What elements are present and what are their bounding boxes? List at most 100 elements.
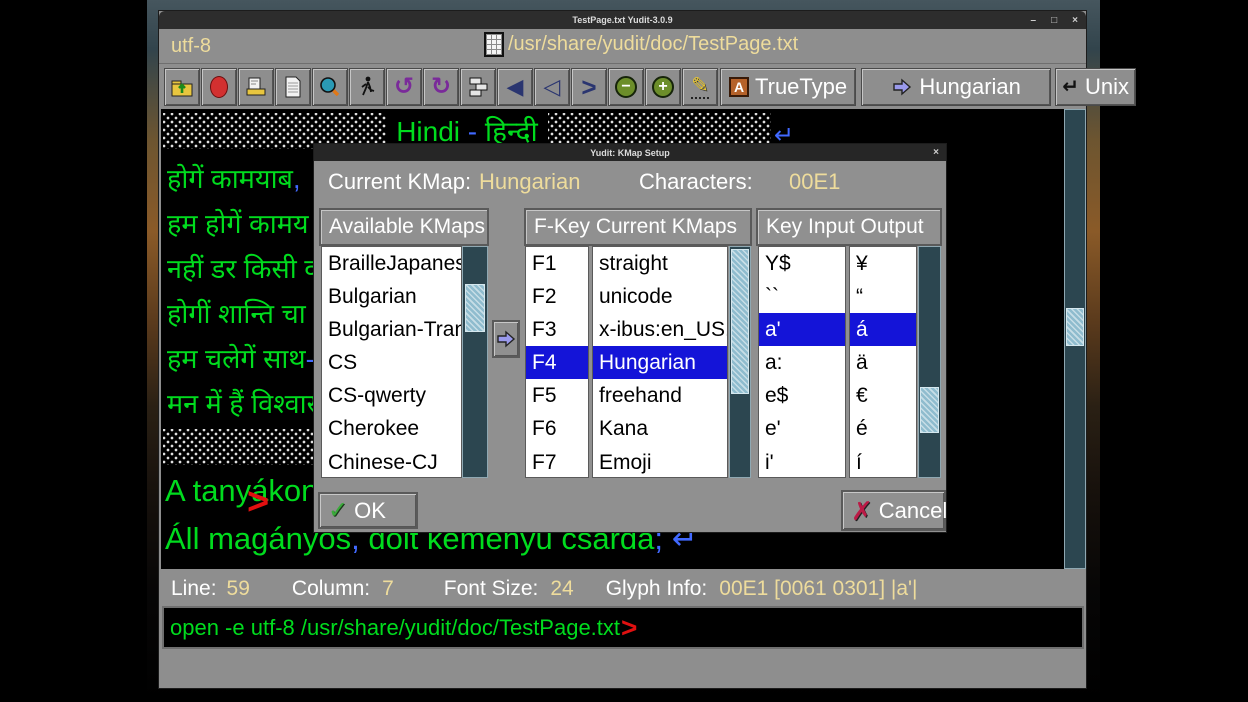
assign-kmap-button[interactable] [492,320,520,358]
fkey-cell[interactable]: F2 [526,280,588,313]
fkey-cell[interactable]: F7 [526,446,588,478]
fkey-map-cell[interactable]: x-ibus:en_US.u [593,313,727,346]
file-path: /usr/share/yudit/doc/TestPage.txt [508,33,798,56]
keymap-scrollbar-thumb[interactable] [920,387,939,433]
kmap-list-item[interactable]: CS-qwerty [322,379,461,412]
key-output-column[interactable]: ¥ “ á ä € é í [849,246,917,478]
encoding-label: utf-8 [171,35,211,58]
go-start-button[interactable]: ◀ [497,68,533,106]
command-cursor: > [621,612,637,644]
key-output-cell[interactable]: ¥ [850,247,916,280]
key-input-cell[interactable]: Y$ [759,247,845,280]
maximize-button[interactable]: □ [1051,15,1057,26]
key-output-cell[interactable]: é [850,412,916,445]
key-input-column[interactable]: Y$ `` a' a: e$ e' i' [758,246,846,478]
kmap-list-item[interactable]: BrailleJapanes [322,247,461,280]
smaller-font-button[interactable]: − [608,68,644,106]
arrange-button[interactable] [460,68,496,106]
window-titlebar[interactable]: TestPage.txt Yudit-3.0.9 – □ × [159,11,1086,29]
available-kmaps-list[interactable]: BrailleJapanes Bulgarian Bulgarian-Tran … [321,246,462,478]
fkey-cell[interactable]: F5 [526,379,588,412]
prev-button[interactable]: ◁ [534,68,570,106]
fkey-map-cell[interactable]: straight [593,247,727,280]
key-output-cell[interactable]: á [850,313,916,346]
fontsize-value: 24 [550,577,573,601]
line-value: 59 [227,577,250,601]
search-button[interactable] [312,68,348,106]
available-scrollbar-thumb[interactable] [465,284,485,332]
lineend-selector-label: Unix [1085,74,1129,100]
fkey-cell[interactable]: F3 [526,313,588,346]
available-scrollbar[interactable] [462,246,488,478]
key-input-cell[interactable]: a: [759,346,845,379]
bigger-font-button[interactable]: + [645,68,681,106]
fkey-column[interactable]: F1 F2 F3 F4 F5 F6 F7 [525,246,589,478]
charmap-icon[interactable] [484,32,504,57]
fkey-cell[interactable]: F4 [526,346,588,379]
editor-line: मन में हैं विश्वास [167,384,325,421]
key-input-cell[interactable]: a' [759,313,845,346]
check-icon: ✓ [328,496,348,525]
document-button[interactable] [275,68,311,106]
kmap-list-item[interactable]: Bulgarian [322,280,461,313]
fkey-map-column[interactable]: straight unicode x-ibus:en_US.u Hungaria… [592,246,728,478]
minimize-button[interactable]: – [1031,15,1037,26]
kmap-arrow-icon [891,76,913,98]
editor-line: A tanyákon [165,473,318,509]
key-input-output-header: Key Input Output [756,208,942,246]
key-input-cell[interactable]: i' [759,446,845,478]
walking-person-icon [355,75,379,99]
draw-button[interactable]: ✎ [682,68,718,106]
editor-line: होगें कामयाब, [167,159,301,196]
next-button[interactable]: > [571,68,607,106]
kmap-list-item[interactable]: CS [322,346,461,379]
plus-circle-icon: + [652,76,674,98]
kmap-list-item[interactable]: Chinese-CJ [322,446,461,478]
command-input[interactable]: open -e utf-8 /usr/share/yudit/doc/TestP… [162,606,1084,649]
fkey-map-cell[interactable]: freehand [593,379,727,412]
cancel-button[interactable]: ✗ Cancel [841,490,946,531]
window-title: TestPage.txt Yudit-3.0.9 [572,15,672,25]
fkey-map-cell[interactable]: unicode [593,280,727,313]
font-selector-button[interactable]: A TrueType [720,68,856,106]
keymap-scrollbar[interactable] [918,246,941,478]
dialog-titlebar[interactable]: Yudit: KMap Setup × [314,144,946,161]
fkey-cell[interactable]: F1 [526,247,588,280]
toolbar: ↺ ↻ ◀ ◁ > − + ✎ [159,63,1086,109]
key-output-cell[interactable]: € [850,379,916,412]
dialog-close-button[interactable]: × [933,147,939,158]
test-button[interactable] [349,68,385,106]
fkey-kmaps-header: F-Key Current KMaps [524,208,752,246]
key-input-cell[interactable]: e$ [759,379,845,412]
column-value: 7 [382,577,394,601]
minus-circle-icon: − [615,76,637,98]
print-button[interactable] [238,68,274,106]
fkey-scrollbar-thumb[interactable] [731,249,749,394]
key-output-cell[interactable]: í [850,446,916,478]
open-button[interactable] [164,68,200,106]
key-output-cell[interactable]: ä [850,346,916,379]
redo-button[interactable]: ↻ [423,68,459,106]
fkey-cell[interactable]: F6 [526,412,588,445]
editor-line: नहीं डर किसी व [167,249,319,286]
undo-arrow-icon: ↺ [394,75,414,99]
kmap-list-item[interactable]: Cherokee [322,412,461,445]
ok-button[interactable]: ✓ OK [318,492,418,529]
return-arrow-icon: ↵ [1062,74,1079,99]
glyphinfo-value: 00E1 [0061 0301] |a'| [719,577,917,601]
editor-scrollbar-thumb[interactable] [1066,308,1084,346]
save-status-button[interactable] [201,68,237,106]
key-input-cell[interactable]: `` [759,280,845,313]
ok-button-label: OK [354,498,386,524]
kmap-list-item[interactable]: Bulgarian-Tran [322,313,461,346]
close-button[interactable]: × [1072,15,1078,26]
fkey-map-cell[interactable]: Hungarian [593,346,727,379]
lineend-selector-button[interactable]: ↵ Unix [1055,68,1136,106]
fkey-map-cell[interactable]: Kana [593,412,727,445]
key-input-cell[interactable]: e' [759,412,845,445]
kmap-selector-button[interactable]: Hungarian [861,68,1051,106]
fkey-map-cell[interactable]: Emoji [593,446,727,478]
key-output-cell[interactable]: “ [850,280,916,313]
undo-button[interactable]: ↺ [386,68,422,106]
triangle-left-outline-icon: ◁ [544,76,561,98]
